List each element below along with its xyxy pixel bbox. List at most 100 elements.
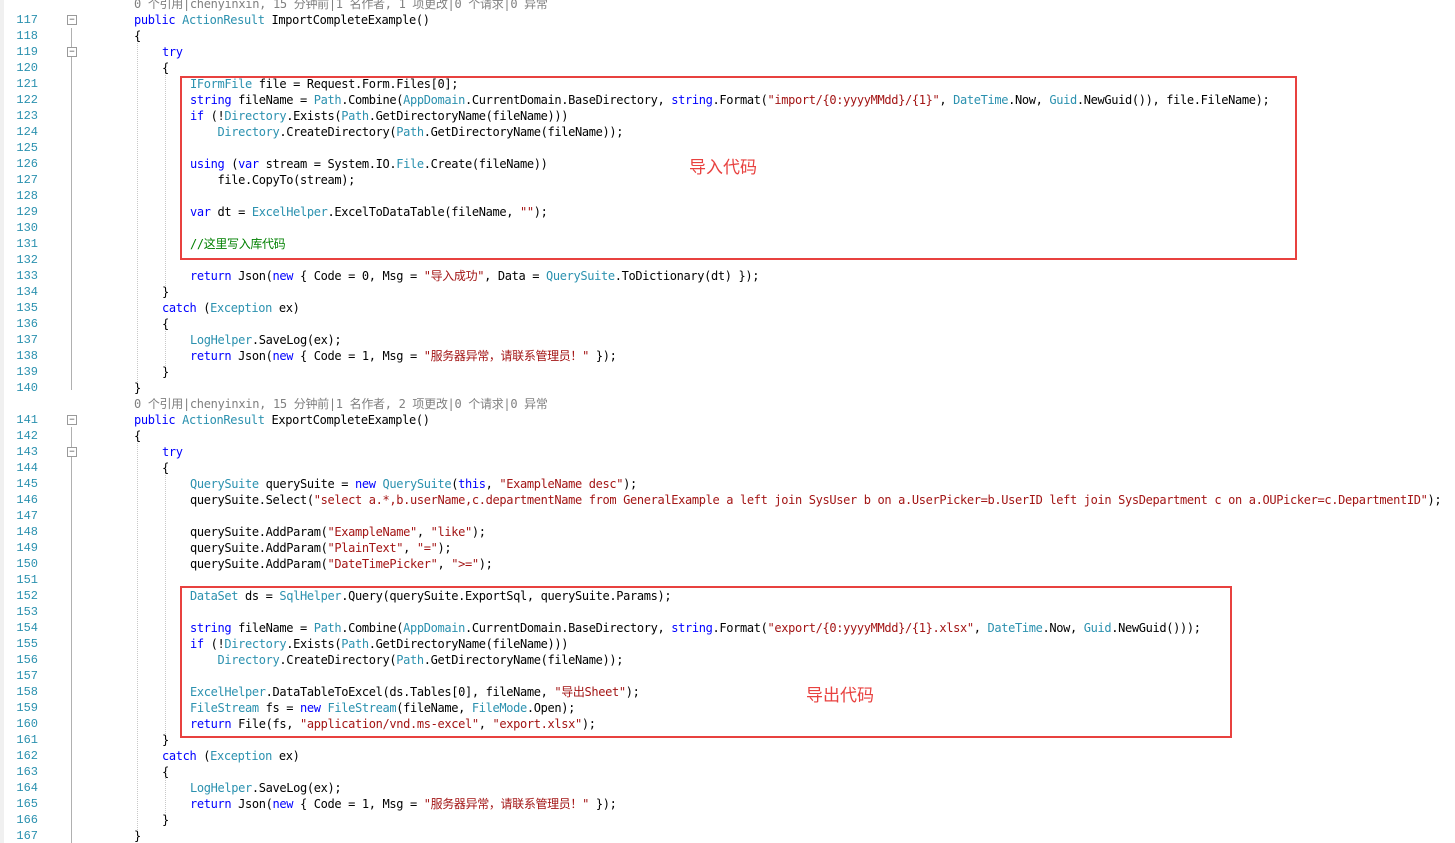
code-token: });	[588, 797, 617, 811]
collapse-toggle-icon[interactable]: −	[67, 15, 77, 25]
code-text: catch (Exception ex)	[162, 748, 300, 764]
code-token: { Code = 0, Msg =	[293, 269, 424, 283]
line-number: 132	[16, 253, 38, 267]
code-token: "服务器异常，请联系管理员！"	[423, 797, 590, 811]
code-text: {	[134, 28, 141, 44]
code-line[interactable]: 148 querySuite.AddParam("ExampleName", "l…	[0, 524, 1455, 540]
code-token: "DateTimePicker"	[327, 557, 438, 571]
line-number: 145	[16, 477, 38, 491]
collapse-toggle-icon[interactable]: −	[67, 447, 77, 457]
code-line[interactable]: 146 querySuite.Select("select a.*,b.userN…	[0, 492, 1455, 508]
line-number: 165	[16, 797, 38, 811]
code-line[interactable]: 149 querySuite.AddParam("PlainText", "=")…	[0, 540, 1455, 556]
code-line[interactable]: 167}	[0, 828, 1455, 843]
code-line[interactable]: 141 − public ActionResult ExportCompleteEx…	[0, 412, 1455, 428]
code-token: new	[272, 269, 294, 283]
code-line[interactable]: 136 {	[0, 316, 1455, 332]
line-number: 144	[16, 461, 38, 475]
line-number: 127	[16, 173, 38, 187]
code-line[interactable]: 117 − public ActionResult ImportCompleteEx…	[0, 12, 1455, 28]
code-line[interactable]: 133 return Json(new { Code = 0, Msg = "导入…	[0, 268, 1455, 284]
code-text: {	[162, 60, 169, 76]
collapse-toggle-icon[interactable]: −	[67, 415, 77, 425]
code-token: }	[134, 381, 141, 395]
line-number: 135	[16, 301, 38, 315]
code-token: }	[162, 813, 169, 827]
code-text: {	[162, 316, 169, 332]
code-token: return	[190, 797, 232, 811]
code-token: new	[272, 349, 294, 363]
code-token: 0 个引用|chenyinxin, 15 分钟前|1 名作者, 1 项更改|0 …	[134, 0, 548, 11]
line-number: 146	[16, 493, 38, 507]
code-token: querySuite.Select(	[190, 493, 314, 507]
code-text: catch (Exception ex)	[162, 300, 300, 316]
export-code-highlight-box	[180, 586, 1232, 738]
code-text: QuerySuite querySuite = new QuerySuite(t…	[190, 476, 637, 492]
code-line[interactable]: 120 {	[0, 60, 1455, 76]
code-text: {	[134, 428, 141, 444]
code-text: }	[162, 364, 169, 380]
code-line[interactable]: 140}	[0, 380, 1455, 396]
line-number: 151	[16, 573, 38, 587]
code-text: public ActionResult ExportCompleteExampl…	[134, 412, 430, 428]
code-token: public	[134, 413, 176, 427]
code-line[interactable]: 135 catch (Exception ex)	[0, 300, 1455, 316]
line-number: 123	[16, 109, 38, 123]
line-number: 159	[16, 701, 38, 715]
code-token: "="	[416, 541, 438, 555]
code-line[interactable]: 150 querySuite.AddParam("DateTimePicker",…	[0, 556, 1455, 572]
code-line[interactable]: 163 {	[0, 764, 1455, 780]
code-text: public ActionResult ImportCompleteExampl…	[134, 12, 430, 28]
code-token: querySuite.AddParam(	[190, 541, 328, 555]
code-text: try	[162, 44, 183, 60]
code-line[interactable]: 145 QuerySuite querySuite = new QuerySuit…	[0, 476, 1455, 492]
line-number: 158	[16, 685, 38, 699]
code-text: querySuite.AddParam("DateTimePicker", ">…	[190, 556, 493, 572]
code-token: (	[196, 301, 211, 315]
code-line[interactable]: 144 {	[0, 460, 1455, 476]
codelens-row[interactable]: 0 个引用|chenyinxin, 15 分钟前|1 名作者, 1 项更改|0 …	[0, 0, 1455, 12]
code-line[interactable]: 119 − try	[0, 44, 1455, 60]
collapse-toggle-icon[interactable]: −	[67, 47, 77, 57]
code-line[interactable]: 166}	[0, 812, 1455, 828]
code-text: return Json(new { Code = 1, Msg = "服务器异常…	[190, 796, 617, 812]
code-token: { Code = 1, Msg =	[293, 797, 424, 811]
code-token: new	[355, 477, 376, 491]
code-line[interactable]: 138 return Json(new { Code = 1, Msg = "服务…	[0, 348, 1455, 364]
code-token: Json(	[231, 797, 273, 811]
code-token: "导入成功"	[423, 269, 485, 283]
code-token: ,	[485, 477, 500, 491]
code-line[interactable]: 143 − try	[0, 444, 1455, 460]
line-number: 154	[16, 621, 38, 635]
code-token: );	[623, 477, 637, 491]
line-number: 164	[16, 781, 38, 795]
code-text: }	[134, 828, 141, 843]
line-number: 141	[16, 413, 38, 427]
code-line[interactable]: 142 {	[0, 428, 1455, 444]
code-text: {	[162, 460, 169, 476]
code-token: );	[478, 557, 493, 571]
code-line[interactable]: 165 return Json(new { Code = 1, Msg = "服务…	[0, 796, 1455, 812]
code-token: ,	[403, 541, 417, 555]
code-line[interactable]: 162 catch (Exception ex)	[0, 748, 1455, 764]
code-line[interactable]: 134}	[0, 284, 1455, 300]
code-token: );	[437, 541, 452, 555]
code-token: LogHelper	[190, 781, 252, 795]
line-number: 121	[16, 77, 38, 91]
code-token: return	[190, 269, 232, 283]
code-text: querySuite.AddParam("PlainText", "=");	[190, 540, 452, 556]
code-token: .SaveLog(ex);	[251, 781, 342, 795]
code-line[interactable]: 164 LogHelper.SaveLog(ex);	[0, 780, 1455, 796]
code-line[interactable]: 118 {	[0, 28, 1455, 44]
code-token: return	[190, 349, 232, 363]
code-token: }	[134, 829, 141, 843]
code-line[interactable]: 139}	[0, 364, 1455, 380]
code-line[interactable]: 147	[0, 508, 1455, 524]
code-token: });	[588, 349, 617, 363]
line-number: 143	[16, 445, 38, 459]
line-number: 155	[16, 637, 38, 651]
code-text: querySuite.Select("select a.*,b.userName…	[190, 492, 1442, 508]
code-line[interactable]: 137 LogHelper.SaveLog(ex);	[0, 332, 1455, 348]
codelens-row[interactable]: 0 个引用|chenyinxin, 15 分钟前|1 名作者, 2 项更改|0 …	[0, 396, 1455, 412]
code-token: (	[196, 749, 211, 763]
